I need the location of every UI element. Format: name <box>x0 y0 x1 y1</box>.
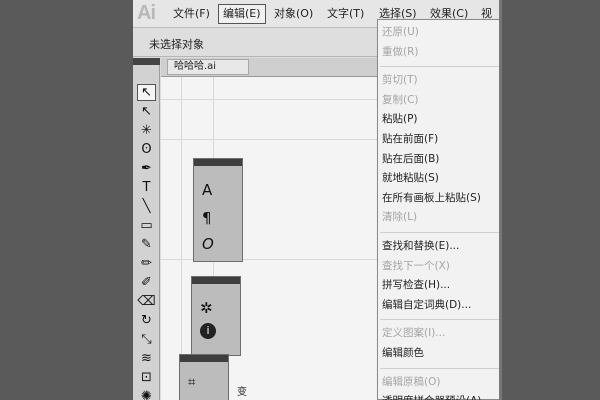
document-tab[interactable]: 哈哈哈.ai <box>167 59 249 75</box>
menu-item-label: 查找和替换(E)... <box>382 240 460 252</box>
menu-separator <box>380 319 499 321</box>
edit-menu-item: 剪切(T)Ctrl+X <box>378 71 499 89</box>
menu-separator <box>380 66 499 68</box>
selection-status: 未选择对象 <box>149 38 204 51</box>
edit-menu-item[interactable]: 拼写检查(H)...Ctrl+I <box>378 276 499 294</box>
app-logo: Ai <box>137 2 156 24</box>
menu-item-label: 重做(R) <box>382 45 419 58</box>
pen-tool[interactable]: ✒ <box>137 160 156 177</box>
menu-edit[interactable]: 编辑(E) <box>218 4 266 24</box>
panel-partial-label: 变 <box>237 387 247 398</box>
rotate-tool[interactable]: ↻ <box>137 312 156 329</box>
edit-menu-item[interactable]: 在所有画板上粘贴(S)Alt+Shift+Ctrl+V <box>378 189 499 207</box>
selection-tool[interactable]: ↖ <box>137 84 156 101</box>
paintbrush-tool[interactable]: ✎ <box>137 236 156 253</box>
menu-item-label: 清除(L) <box>382 211 418 224</box>
direct-selection-tool[interactable]: ↖ <box>137 103 156 120</box>
toolbox-grip[interactable] <box>133 58 160 65</box>
symbol-icon[interactable]: ✲ <box>200 299 213 317</box>
edit-menu-item[interactable]: 查找和替换(E)... <box>378 237 499 255</box>
edit-menu-item[interactable]: 粘贴(P)Ctrl+V <box>378 110 499 128</box>
menu-item-label: 粘贴(P) <box>382 113 418 126</box>
menu-item-label: 编辑自定词典(D)... <box>382 298 472 311</box>
edit-menu-item[interactable]: 贴在后面(B)Ctrl+B <box>378 150 499 168</box>
menu-separator <box>380 232 499 233</box>
edit-menu-item: 查找下一个(X) <box>378 257 499 275</box>
free-transform-tool[interactable]: ⊡ <box>137 369 156 386</box>
grid-line <box>181 77 182 400</box>
menu-item-label: 还原(U) <box>382 26 419 38</box>
transform-panel: ⌗ <box>179 354 229 400</box>
scale-tool[interactable]: ⤡ <box>137 331 156 348</box>
edit-menu-item: 还原(U)Ctrl+Z <box>378 23 499 41</box>
lasso-tool[interactable]: ʘ <box>137 141 156 158</box>
window-edge <box>499 0 502 400</box>
menu-object[interactable]: 对象(O) <box>270 4 317 24</box>
character-panel: A ¶ O <box>193 158 243 262</box>
edit-menu-dropdown: 还原(U)Ctrl+Z 重做(R)Shift+Ctrl+Z 剪切(T)Ctrl+X 复… <box>377 19 499 400</box>
transform-icon[interactable]: ⌗ <box>188 375 195 390</box>
type-tool[interactable]: T <box>137 179 156 196</box>
rectangle-tool[interactable]: ▭ <box>137 217 156 234</box>
edit-menu-item: 定义图案(I)... <box>378 324 499 342</box>
menu-item-label: 剪切(T) <box>382 74 418 87</box>
menu-item-label: 贴在前面(F) <box>382 133 439 145</box>
opentype-icon[interactable]: O <box>202 235 214 253</box>
menu-item-label: 编辑原稿(O) <box>382 375 441 388</box>
menu-file[interactable]: 文件(F) <box>169 4 214 24</box>
panel-titlebar[interactable] <box>194 159 242 166</box>
menu-type[interactable]: 文字(T) <box>323 4 368 24</box>
menu-item-label: 复制(C) <box>382 93 419 106</box>
menu-item-label: 编辑颜色 <box>382 347 424 359</box>
symbol-sprayer-tool[interactable]: ✺ <box>137 388 156 400</box>
menu-item-label: 定义图案(I)... <box>382 327 446 340</box>
edit-menu-item[interactable]: 就地粘贴(S)Shift+Ctrl+V <box>378 169 499 187</box>
edit-menu-item[interactable]: 贴在前面(F)Ctrl+F <box>378 130 499 148</box>
menu-item-label: 拼写检查(H)... <box>382 279 451 292</box>
paragraph-icon[interactable]: ¶ <box>202 209 212 227</box>
warp-tool[interactable]: ≋ <box>137 350 156 367</box>
magic-wand-tool[interactable]: ✳ <box>137 122 156 139</box>
illustrator-window: Ai 文件(F) 编辑(E) 对象(O) 文字(T) 选择(S) 效果(C) 视… <box>133 0 499 400</box>
edit-menu-item[interactable]: 透明度拼合器预设(A)... <box>378 392 499 400</box>
pencil-tool[interactable]: ✏ <box>137 255 156 272</box>
edit-menu-item: 编辑原稿(O) <box>378 373 499 391</box>
menu-item-label: 查找下一个(X) <box>382 259 450 272</box>
edit-menu-item: 清除(L) <box>378 208 499 226</box>
toolbox-panel: ↖ ↖ ✳ ʘ ✒ T ╲ ▭ ✎ ✏ ✐ ⌫ ↻ ⤡ ≋ ⊡ ✺ <box>133 58 160 400</box>
character-icon[interactable]: A <box>202 181 212 199</box>
edit-menu-item: 重做(R)Shift+Ctrl+Z <box>378 43 499 61</box>
menu-item-label: 就地粘贴(S) <box>382 172 439 185</box>
blob-brush-tool[interactable]: ✐ <box>137 274 156 291</box>
menu-item-label: 贴在后面(B) <box>382 152 440 165</box>
edit-menu-item[interactable]: 编辑自定词典(D)... <box>378 296 499 314</box>
edit-menu-item: 复制(C)Ctrl+C <box>378 91 499 109</box>
menu-item-label: 透明度拼合器预设(A)... <box>382 392 491 400</box>
panel-titlebar[interactable] <box>180 355 228 362</box>
edit-menu-item[interactable]: 编辑颜色▶ <box>378 344 499 362</box>
info-icon[interactable]: i <box>200 323 216 339</box>
symbols-panel: ✲ i <box>191 276 241 356</box>
menu-separator <box>380 367 499 369</box>
line-tool[interactable]: ╲ <box>137 198 156 215</box>
panel-titlebar[interactable] <box>192 277 240 284</box>
menu-item-label: 在所有画板上粘贴(S) <box>382 191 481 204</box>
eraser-tool[interactable]: ⌫ <box>137 293 156 310</box>
